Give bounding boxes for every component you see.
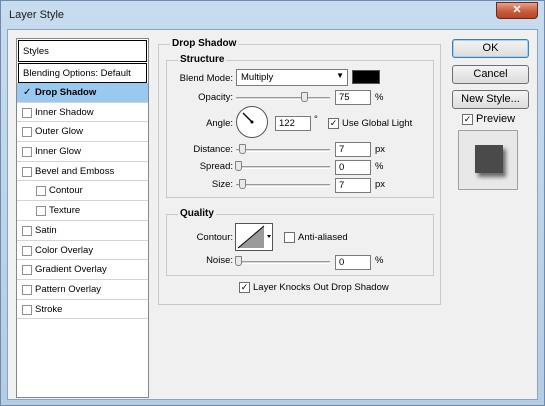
use-global-light-label: Use Global Light	[342, 118, 413, 129]
style-item-satin[interactable]: Satin	[17, 221, 148, 241]
checkbox[interactable]	[22, 265, 32, 276]
angle-label: Angle:	[206, 118, 233, 129]
spread-unit: %	[375, 161, 384, 172]
preview-checkbox[interactable]: ✓	[462, 114, 473, 125]
blending-options-item[interactable]: Blending Options: Default	[18, 63, 147, 83]
blend-mode-label: Blend Mode:	[179, 73, 233, 84]
noise-slider[interactable]	[236, 261, 330, 264]
use-global-light-checkbox[interactable]: ✓	[328, 118, 339, 129]
spread-slider-thumb[interactable]	[235, 161, 242, 171]
style-item-label: Contour	[49, 185, 83, 197]
shadow-color-swatch[interactable]	[352, 70, 380, 84]
styles-list: Styles Blending Options: Default ✓ Drop …	[16, 38, 149, 398]
preview-thumbnail	[458, 130, 518, 190]
style-item-color-overlay[interactable]: Color Overlay	[17, 241, 148, 261]
opacity-label: Opacity:	[198, 92, 233, 103]
angle-dial[interactable]	[236, 106, 268, 138]
check-icon: ✓	[23, 87, 32, 98]
opacity-slider[interactable]	[236, 97, 330, 100]
spread-label: Spread:	[199, 161, 233, 172]
style-item-label: Gradient Overlay	[35, 264, 107, 276]
blend-mode-select[interactable]: Multiply ▼	[236, 69, 348, 86]
checkbox[interactable]	[36, 186, 46, 197]
style-item-pattern-overlay[interactable]: Pattern Overlay	[17, 280, 148, 300]
checkbox[interactable]	[22, 304, 32, 315]
spread-input[interactable]: 0	[335, 160, 371, 175]
style-item-outer-glow[interactable]: Outer Glow	[17, 122, 148, 143]
size-slider[interactable]	[236, 184, 330, 187]
angle-unit: °	[314, 114, 318, 125]
anti-aliased-label: Anti-aliased	[298, 232, 348, 243]
distance-label: Distance:	[193, 144, 233, 155]
style-item-inner-glow[interactable]: Inner Glow	[17, 142, 148, 162]
contour-curve-icon	[237, 225, 271, 249]
distance-slider[interactable]	[236, 149, 330, 152]
style-item-contour[interactable]: Contour	[17, 181, 148, 202]
style-item-label: Satin	[35, 224, 57, 236]
angle-input[interactable]: 122	[275, 116, 311, 131]
ok-button[interactable]: OK	[452, 39, 529, 58]
style-item-texture[interactable]: Texture	[17, 201, 148, 221]
checkbox[interactable]	[36, 206, 46, 217]
angle-dial-needle-icon	[242, 112, 254, 124]
new-style-button[interactable]: New Style...	[452, 90, 529, 109]
noise-unit: %	[375, 255, 384, 266]
opacity-unit: %	[375, 92, 384, 103]
knockout-label: Layer Knocks Out Drop Shadow	[253, 282, 389, 293]
style-item-label: Pattern Overlay	[35, 283, 101, 295]
style-item-label: Bevel and Emboss	[35, 165, 115, 177]
style-item-gradient-overlay[interactable]: Gradient Overlay	[17, 260, 148, 280]
style-item-label: Outer Glow	[35, 126, 84, 138]
checkbox[interactable]	[22, 225, 32, 236]
opacity-input[interactable]: 75	[335, 90, 371, 105]
style-item-label: Drop Shadow	[35, 87, 97, 98]
style-item-label: Inner Shadow	[35, 106, 94, 118]
checkbox[interactable]	[22, 166, 32, 177]
style-item-inner-shadow[interactable]: Inner Shadow	[17, 103, 148, 123]
checkbox[interactable]	[22, 107, 32, 118]
distance-unit: px	[375, 144, 386, 155]
window-title: Layer Style	[9, 9, 65, 21]
dialog-body: Styles Blending Options: Default ✓ Drop …	[7, 29, 538, 400]
layer-style-dialog: Layer Style ✕ Styles Blending Options: D…	[0, 0, 545, 406]
preview-shadow-swatch	[475, 145, 503, 173]
noise-input[interactable]: 0	[335, 255, 371, 270]
style-item-label: Color Overlay	[35, 244, 94, 256]
quality-group	[166, 214, 434, 276]
checkbox[interactable]	[22, 245, 32, 256]
knockout-checkbox[interactable]: ✓	[239, 282, 250, 293]
blend-mode-value: Multiply	[241, 72, 274, 83]
style-item-bevel-emboss[interactable]: Bevel and Emboss	[17, 162, 148, 182]
contour-label: Contour:	[196, 232, 233, 243]
checkbox[interactable]	[22, 147, 32, 158]
distance-slider-thumb[interactable]	[239, 144, 246, 154]
style-item-label: Texture	[49, 205, 81, 217]
cancel-button[interactable]: Cancel	[452, 65, 529, 84]
checkbox[interactable]	[22, 127, 32, 138]
noise-label: Noise:	[206, 255, 233, 266]
size-slider-thumb[interactable]	[239, 179, 246, 189]
style-item-stroke[interactable]: Stroke	[17, 300, 148, 320]
noise-slider-thumb[interactable]	[235, 256, 242, 266]
contour-picker[interactable]	[235, 223, 273, 251]
checkbox[interactable]	[22, 284, 32, 295]
style-item-label: Inner Glow	[35, 146, 81, 158]
dropdown-arrow-icon: ▼	[336, 71, 344, 80]
structure-title: Structure	[178, 54, 227, 65]
size-label: Size:	[211, 179, 233, 190]
title-bar: Layer Style ✕	[1, 1, 544, 28]
style-item-drop-shadow[interactable]: ✓ Drop Shadow	[17, 83, 148, 103]
size-unit: px	[375, 179, 386, 190]
opacity-slider-thumb[interactable]	[301, 92, 308, 102]
quality-title: Quality	[178, 208, 216, 219]
drop-shadow-title: Drop Shadow	[170, 38, 239, 49]
styles-header[interactable]: Styles	[18, 40, 147, 62]
spread-slider[interactable]	[236, 166, 330, 169]
close-button[interactable]: ✕	[496, 2, 538, 19]
size-input[interactable]: 7	[335, 178, 371, 193]
preview-label: Preview	[476, 113, 516, 125]
distance-input[interactable]: 7	[335, 142, 371, 157]
anti-aliased-checkbox[interactable]	[284, 232, 295, 243]
style-item-label: Stroke	[35, 303, 63, 315]
